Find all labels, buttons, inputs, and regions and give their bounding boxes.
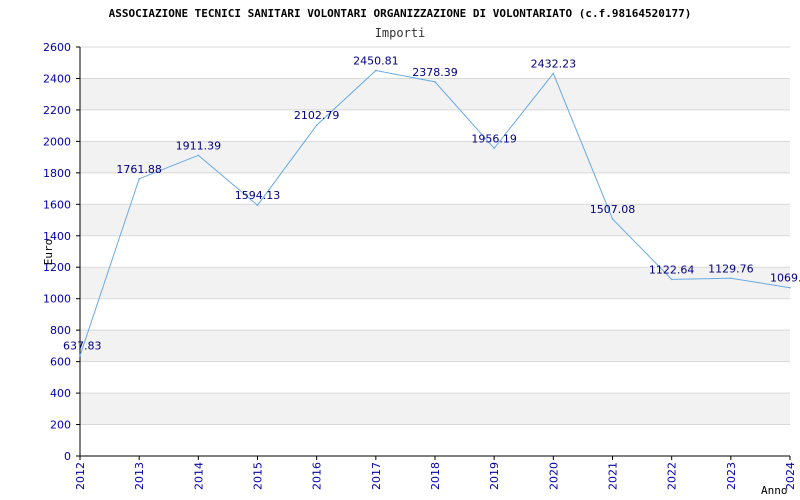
plot-band: [80, 393, 790, 425]
x-tick-label: 2019: [488, 462, 501, 490]
data-label: 1594.13: [235, 189, 281, 202]
plot-bands: [80, 78, 790, 425]
y-tick-label: 600: [50, 356, 71, 369]
y-tick-label: 1000: [43, 293, 71, 306]
data-point: [375, 69, 377, 72]
data-label: 637.83: [63, 340, 102, 353]
y-tick-label: 2200: [43, 104, 71, 117]
x-tick-label: 2023: [725, 462, 738, 490]
x-tick-label: 2016: [311, 462, 324, 490]
y-tick-label: 400: [50, 387, 71, 400]
y-tick-label: 2600: [43, 41, 71, 54]
plot-band: [80, 204, 790, 236]
data-label: 2378.39: [412, 66, 458, 79]
data-point: [79, 354, 81, 357]
chart-title: ASSOCIAZIONE TECNICI SANITARI VOLONTARI …: [109, 7, 692, 20]
data-label: 1956.19: [471, 132, 517, 145]
x-tick-label: 2022: [666, 462, 679, 490]
data-label: 2450.81: [353, 54, 399, 67]
line-chart: ASSOCIAZIONE TECNICI SANITARI VOLONTARI …: [42, 7, 800, 497]
data-point: [315, 124, 318, 127]
x-tick-label: 2014: [192, 462, 205, 490]
data-label: 1122.64: [649, 263, 695, 276]
data-label: 1069.9: [770, 272, 800, 285]
data-point: [256, 204, 259, 207]
data-label: 1507.08: [590, 203, 636, 216]
data-point: [670, 278, 673, 281]
x-tick-labels: 2012 2013 2014 2015 2016 2017 2018 2019 2020 2021…: [74, 462, 797, 490]
y-tick-label: 2000: [43, 135, 71, 148]
x-tick-label: 2018: [429, 462, 442, 490]
y-tick-label: 0: [64, 450, 71, 463]
data-label: 2432.23: [531, 57, 577, 70]
data-point: [789, 286, 791, 289]
data-point: [611, 218, 614, 220]
x-tick-label: 2012: [74, 462, 87, 490]
plot-band: [80, 330, 790, 362]
x-tick-label: 2013: [133, 462, 146, 490]
chart-subtitle: Importi: [375, 26, 426, 40]
x-tick-label: 2020: [547, 462, 560, 490]
y-tick-label: 200: [50, 419, 71, 432]
data-label: 1129.76: [708, 262, 754, 275]
x-tick-label: 2021: [607, 462, 620, 490]
data-label: 1761.88: [116, 163, 162, 176]
plot-band: [80, 78, 790, 110]
data-point: [730, 277, 732, 280]
data-label: 2102.79: [294, 109, 340, 122]
x-axis-label: Anno: [761, 484, 788, 497]
data-point: [138, 178, 140, 180]
data-label: 1911.39: [176, 139, 222, 152]
data-point: [197, 154, 200, 157]
y-tick-label: 2400: [43, 72, 71, 85]
y-tick-label: 800: [50, 324, 71, 337]
data-point: [552, 72, 555, 75]
data-point: [493, 147, 495, 150]
x-tick-label: 2017: [370, 462, 383, 490]
data-point: [434, 81, 436, 83]
y-tick-label: 1600: [43, 198, 71, 211]
y-axis-label: Euro: [42, 239, 55, 266]
x-tick-label: 2015: [252, 462, 265, 490]
y-tick-label: 1800: [43, 167, 71, 180]
